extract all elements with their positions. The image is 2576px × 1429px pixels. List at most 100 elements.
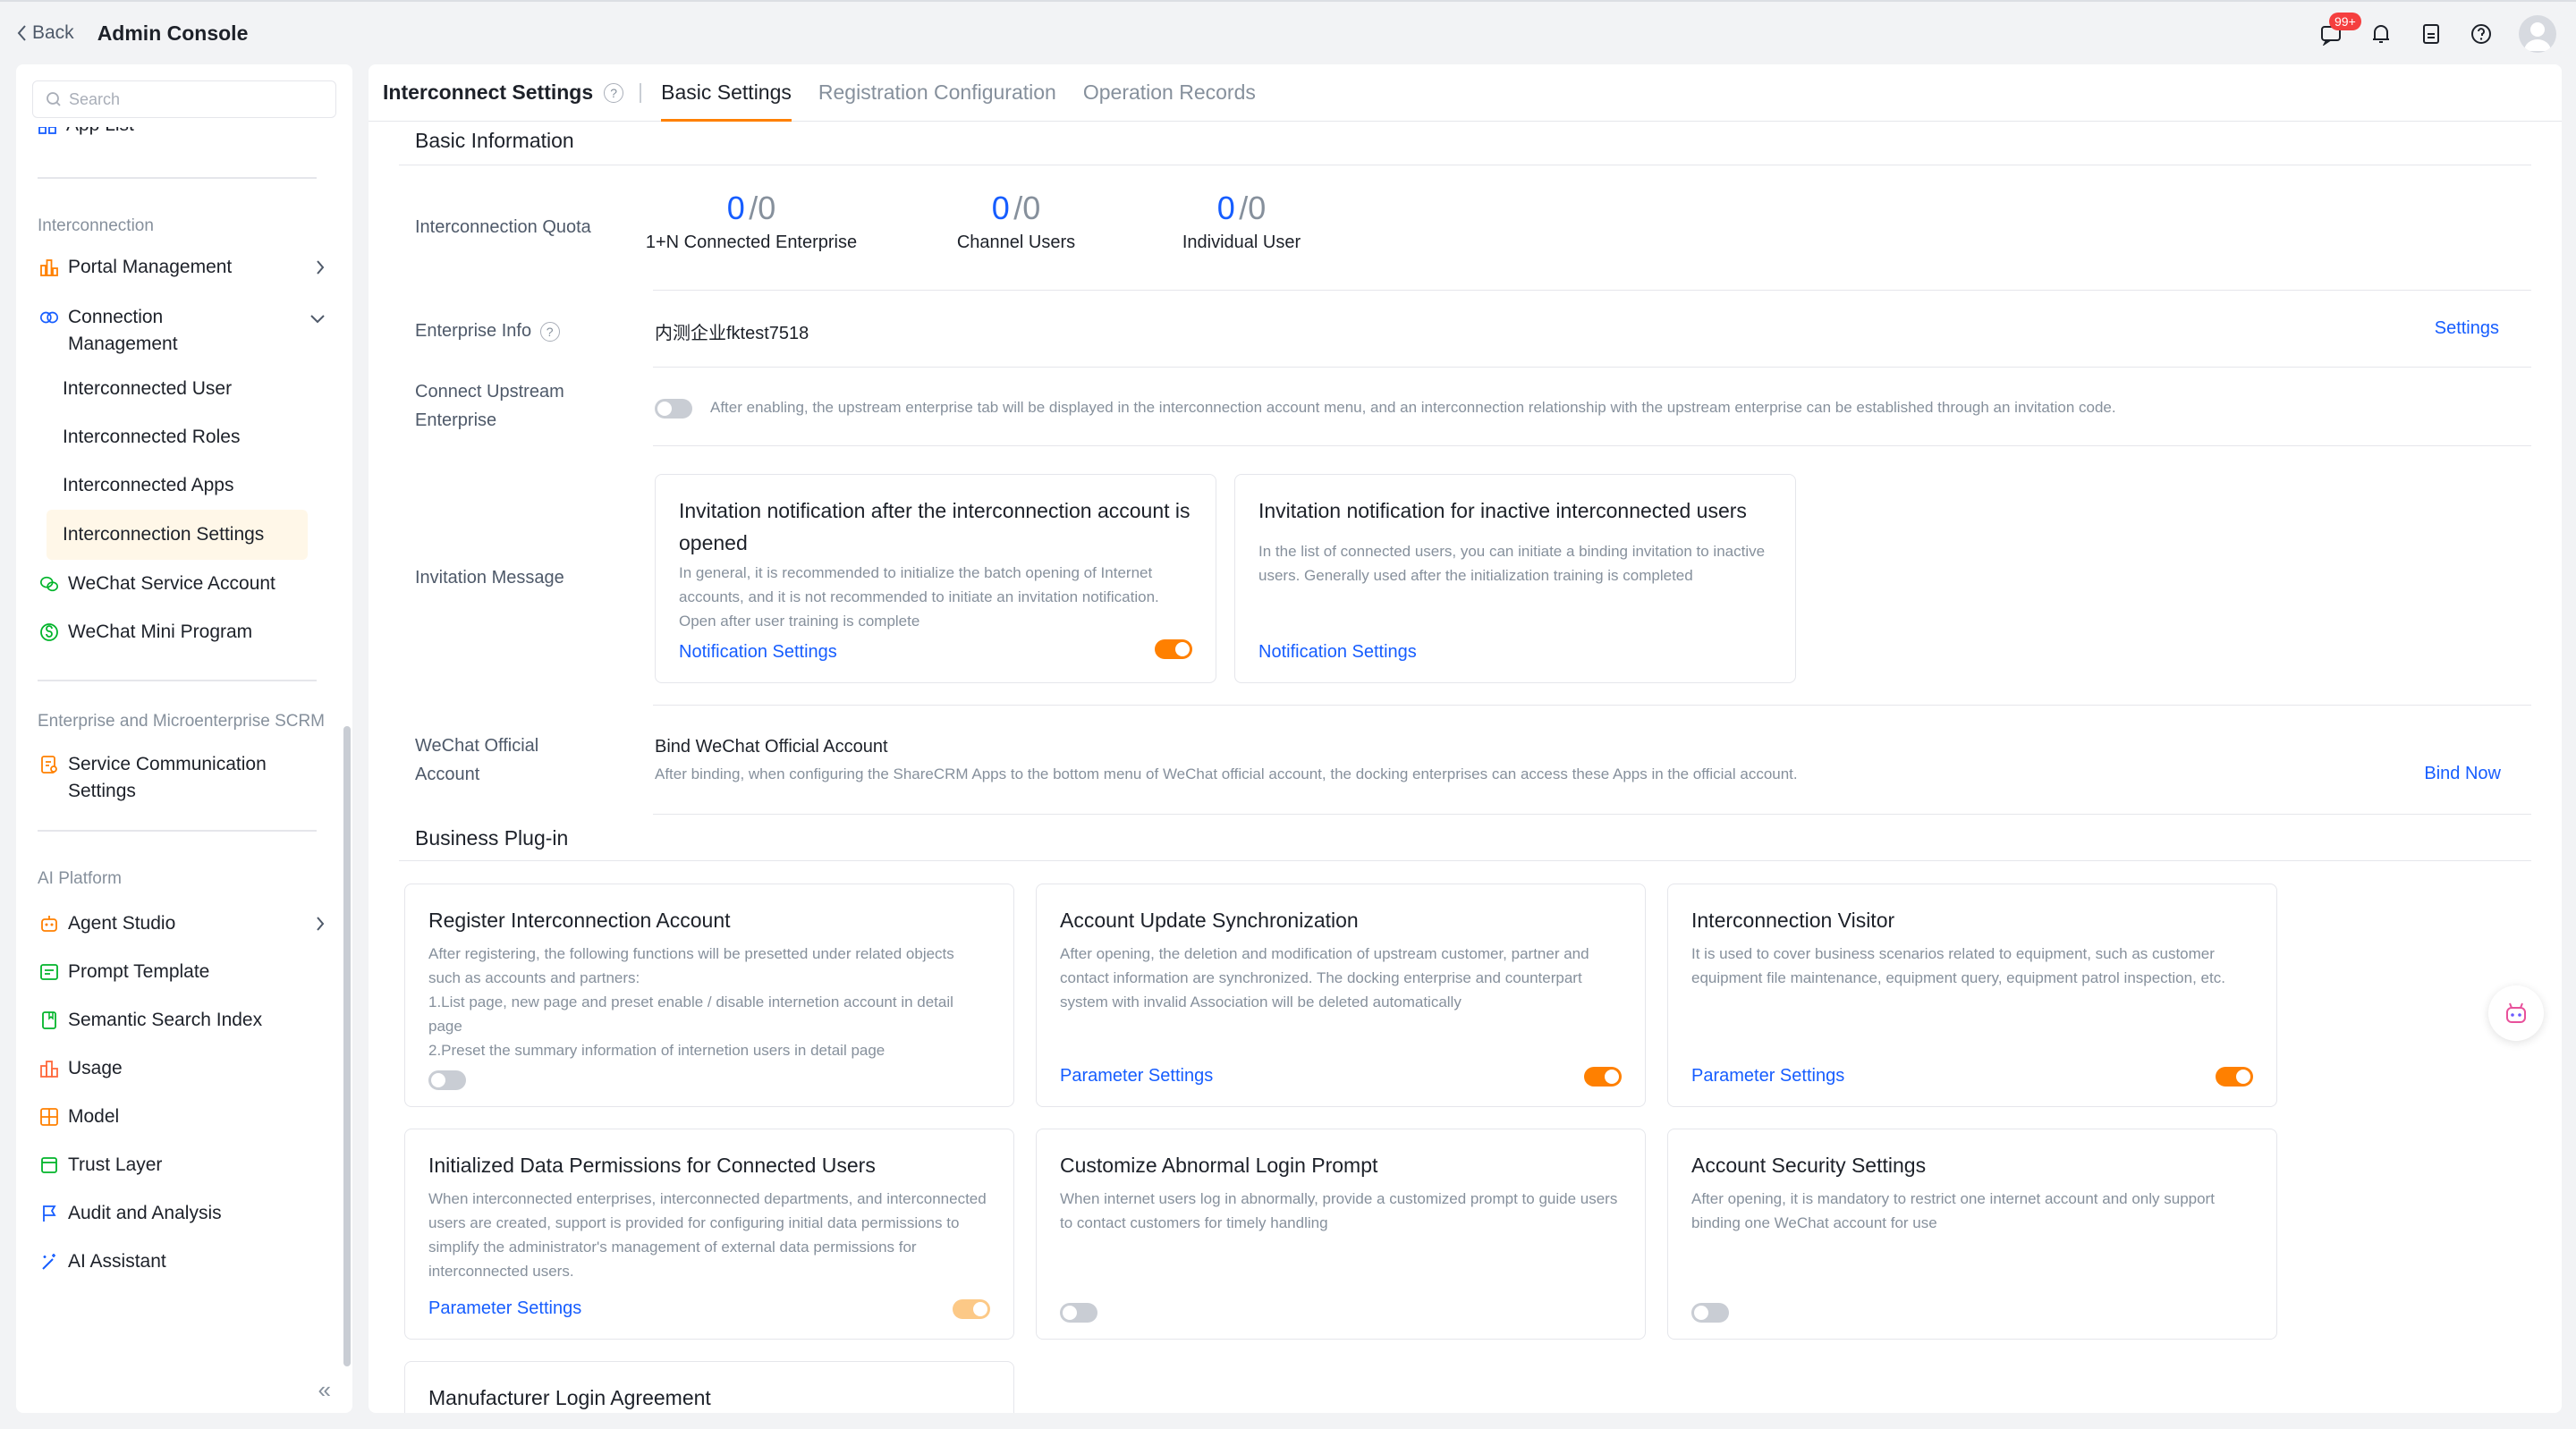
quota-caption: 1+N Connected Enterprise [645,233,858,252]
sidebar-item-label: Portal Management [68,257,233,277]
section-heading-basic-information: Basic Information [415,129,574,152]
sidebar-item-interconnected-apps[interactable]: Interconnected Apps [16,461,338,510]
sidebar-item-usage[interactable]: Usage [16,1044,338,1093]
sidebar-item-label: AI Assistant [68,1251,166,1272]
sidebar-item-label: Management [68,334,178,354]
sidebar-item-connection-management[interactable]: Connection Management [16,304,338,365]
quota-used: 0 [726,190,745,226]
quota-individual-user: 0 /0 Individual User [1161,190,1322,253]
robot-icon [2506,1002,2526,1023]
invite-opened-toggle[interactable] [1155,639,1192,659]
sidebar-item-app-list[interactable]: App List [16,127,338,147]
card-title: Invitation notification after the interc… [679,499,1191,554]
data-permissions-toggle[interactable] [953,1299,990,1319]
sidebar-item-label: Connection [68,307,164,327]
tasks-button[interactable] [2406,14,2456,54]
upstream-toggle[interactable] [655,399,692,419]
quota-channel-users: 0 /0 Channel Users [936,190,1097,253]
interconnection-quota-label: Interconnection Quota [415,217,591,237]
card-description: After opening, it is mandatory to restri… [1691,1190,2215,1231]
sidebar-item-label: Model [68,1106,120,1127]
parameter-settings-link[interactable]: Parameter Settings [1060,1066,1213,1087]
notification-settings-link[interactable]: Notification Settings [679,642,837,663]
invite-card-opened: Invitation notification after the interc… [655,474,1216,683]
card-title: Interconnection Visitor [1691,909,1895,932]
bell-icon [2373,25,2389,43]
label-line: WeChat Official [415,736,539,756]
sidebar-item-interconnected-user[interactable]: Interconnected User [16,365,338,413]
back-label: Back [32,22,74,43]
account-security-toggle[interactable] [1691,1303,1729,1323]
message-center-button[interactable]: 99+ [2306,13,2361,54]
sidebar-item-wechat-service-account[interactable]: WeChat Service Account [16,560,338,608]
enterprise-settings-link[interactable]: Settings [2435,318,2499,339]
help-icon[interactable]: ? [539,322,560,342]
sidebar-item-label: Agent Studio [68,913,176,934]
sidebar-item-service-communication-settings[interactable]: Service Communication Settings [16,751,338,812]
search-placeholder: Search [69,89,121,108]
toggle-knob [1605,1070,1619,1084]
parameter-settings-link[interactable]: Parameter Settings [428,1298,581,1319]
toggle-knob [657,402,672,416]
ai-assistant-float-button[interactable] [2488,985,2544,1041]
plugin-card-interconnection-visitor: Interconnection Visitor It is used to co… [1667,884,2277,1107]
quota-total: /0 [1239,190,1267,226]
divider [653,705,2531,706]
tab-basic-settings[interactable]: Basic Settings [661,64,792,122]
collapse-sidebar-button[interactable]: « [318,1376,331,1404]
parameter-settings-link[interactable]: Parameter Settings [1691,1066,1844,1087]
register-account-toggle[interactable] [428,1070,466,1090]
sidebar-item-ai-assistant[interactable]: AI Assistant [16,1238,338,1286]
help-button[interactable] [2456,14,2506,54]
usage-chart-icon [40,1061,58,1078]
connect-upstream-label: Connect Upstream Enterprise [415,377,564,435]
mini-program-icon [40,623,58,641]
card-title: Initialized Data Permissions for Connect… [428,1154,876,1177]
card-title: Register Interconnection Account [428,909,731,932]
card-description: In general, it is recommended to initial… [679,564,1159,630]
sidebar-item-prompt-template[interactable]: Prompt Template [16,948,338,996]
sidebar-item-portal-management[interactable]: Portal Management [16,254,338,293]
toggle-knob [1175,642,1190,656]
sidebar-item-model[interactable]: Model [16,1093,338,1141]
divider [653,445,2531,446]
enterprise-name: 内测企业fktest7518 [655,324,809,343]
sidebar-item-interconnected-roles[interactable]: Interconnected Roles [16,413,338,461]
notification-settings-link[interactable]: Notification Settings [1258,642,1417,663]
sidebar-scrollbar[interactable] [343,726,351,1366]
abnormal-login-toggle[interactable] [1060,1303,1097,1323]
sidebar-item-interconnection-settings[interactable]: Interconnection Settings [47,510,308,560]
sidebar-item-audit-analysis[interactable]: Audit and Analysis [16,1189,338,1238]
divider [640,82,642,103]
sidebar-item-semantic-search-index[interactable]: Semantic Search Index [16,996,338,1044]
avatar[interactable] [2519,15,2556,53]
account-update-sync-toggle[interactable] [1584,1067,1622,1087]
sidebar-item-wechat-mini-program[interactable]: WeChat Mini Program [16,608,338,656]
card-description: After opening, the deletion and modifica… [1060,945,1589,1010]
sidebar-item-agent-studio[interactable]: Agent Studio [16,900,338,948]
user-icon [2524,22,2551,51]
help-icon[interactable]: ? [604,82,624,103]
sidebar-item-label: Prompt Template [68,961,210,982]
back-button[interactable]: Back [16,22,74,44]
sidebar-item-label: Settings [68,781,136,801]
group-label-ai-platform: AI Platform [38,869,122,888]
divider [653,814,2531,815]
sidebar-item-trust-layer[interactable]: Trust Layer [16,1141,338,1189]
chart-bar-icon [40,259,58,276]
model-grid-icon [40,1108,58,1126]
card-description: It is used to cover business scenarios r… [1691,945,2225,986]
sidebar-item-label: Trust Layer [68,1154,163,1175]
search-input[interactable]: Search [32,80,336,118]
tab-registration-configuration[interactable]: Registration Configuration [818,64,1056,122]
chevron-right-icon [317,917,325,931]
upstream-description: After enabling, the upstream enterprise … [710,399,2116,416]
label-line: Enterprise [415,410,497,430]
card-title: Account Security Settings [1691,1154,1927,1177]
card-description: In the list of connected users, you can … [1258,543,1766,584]
flag-icon [43,1205,56,1222]
tab-operation-records[interactable]: Operation Records [1083,64,1256,122]
bind-now-link[interactable]: Bind Now [2424,764,2501,784]
interconnection-visitor-toggle[interactable] [2216,1067,2253,1087]
notifications-button[interactable] [2356,14,2406,54]
